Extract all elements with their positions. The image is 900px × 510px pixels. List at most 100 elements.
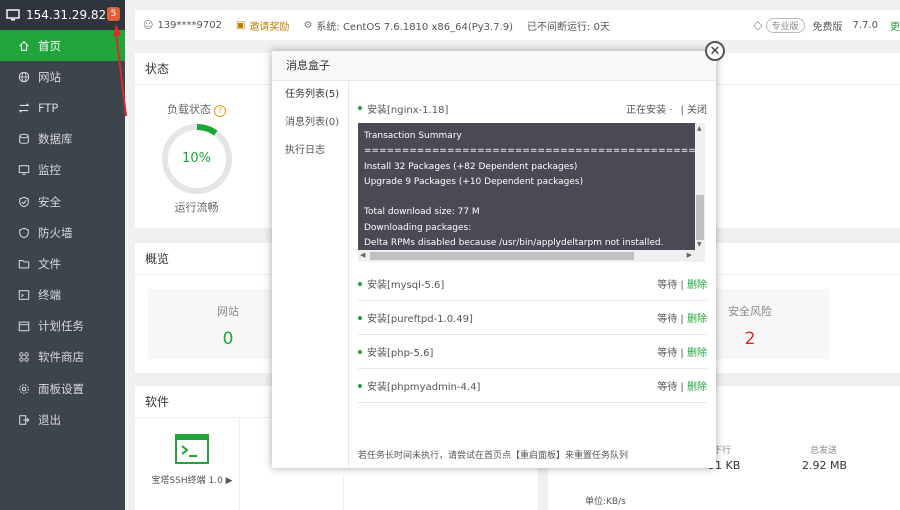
delete-task-link[interactable]: 删除 xyxy=(687,348,707,359)
invite-link[interactable]: 邀请奖励 xyxy=(249,18,289,33)
task-queue: 安装[mysql-5.6] 等待 | 删除 安装[pureftpd-1.0.49] 等… xyxy=(358,267,707,403)
install-log-console[interactable]: Transaction Summary =====================… xyxy=(358,123,705,262)
status-dot xyxy=(358,383,362,388)
status-dot xyxy=(358,281,362,286)
console-line: Downloading packages: xyxy=(364,222,472,233)
sidebar-item-label: 数据库 xyxy=(38,132,73,147)
sidebar-item-12[interactable]: 退出 xyxy=(0,404,125,435)
apps-icon xyxy=(17,350,31,364)
sidebar-item-label: 软件商店 xyxy=(38,350,84,365)
task-wait: 等待 | xyxy=(657,348,684,359)
console-vertical-scrollbar[interactable]: ▲ ▼ xyxy=(695,123,705,250)
help-icon[interactable]: ? xyxy=(214,105,226,117)
sidebar-item-label: 终端 xyxy=(38,288,61,303)
sidebar-item-0[interactable]: 首页 xyxy=(0,30,125,62)
sidebar-header: 154.31.29.82 5 xyxy=(0,0,125,30)
sidebar-item-8[interactable]: 终端 xyxy=(0,280,125,311)
sidebar-item-label: 计划任务 xyxy=(38,319,84,334)
system-info: 系统: CentOS 7.6.1810 x86_64(Py3.7.9) xyxy=(316,21,514,33)
monitor-icon xyxy=(6,9,20,21)
console-line: Transaction Summary xyxy=(364,131,462,141)
sidebar-item-label: 退出 xyxy=(38,412,61,427)
close-task-link[interactable]: | 关闭 xyxy=(680,105,707,116)
edition-label: 免费版 xyxy=(812,21,843,33)
sidebar-item-label: FTP xyxy=(38,100,59,115)
sidebar-item-label: 首页 xyxy=(38,38,61,53)
current-task-name: 安装[nginx-1.18] xyxy=(367,104,449,116)
shield-icon xyxy=(17,195,31,209)
scroll-left-icon[interactable]: ◀ xyxy=(360,251,365,259)
top-bar: ☺ 139****9702 ▣ 邀请奖励 ⚙ 系统: CentOS 7.6.1810 … xyxy=(135,10,900,40)
task-row: 安装[php-5.6] 等待 | 删除 xyxy=(358,335,707,369)
sidebar-item-label: 文件 xyxy=(38,256,61,271)
delete-task-link[interactable]: 删除 xyxy=(687,382,707,393)
home-icon xyxy=(17,39,31,53)
sidebar: 154.31.29.82 5 首页网站 FTP 数据库监控安全防火墙文件终端计划任务… xyxy=(0,0,125,510)
console-horizontal-scrollbar[interactable]: ◀ ▶ xyxy=(358,250,705,262)
notification-badge[interactable]: 5 xyxy=(107,7,120,21)
server-ip[interactable]: 154.31.29.82 xyxy=(26,8,106,22)
sidebar-item-7[interactable]: 文件 xyxy=(0,248,125,279)
task-row: 安装[pureftpd-1.0.49] 等待 | 删除 xyxy=(358,301,707,335)
gear-icon xyxy=(17,382,31,396)
load-state: 运行流畅 xyxy=(174,201,219,214)
sidebar-item-2[interactable]: FTP xyxy=(0,92,125,123)
traffic-unit: 单位:KB/s xyxy=(585,497,626,507)
tab-exec-log[interactable]: 执行日志 xyxy=(272,137,348,165)
load-gauge: 负载状态? 10% 运行流畅 xyxy=(159,101,234,215)
scroll-right-icon[interactable]: ▶ xyxy=(687,251,692,259)
sidebar-item-9[interactable]: 计划任务 xyxy=(0,311,125,342)
scroll-down-icon[interactable]: ▼ xyxy=(697,241,702,248)
tab-task-list[interactable]: 任务列表(5) xyxy=(272,81,348,109)
update-link[interactable]: 更 xyxy=(890,18,900,33)
sidebar-item-3[interactable]: 数据库 xyxy=(0,124,125,155)
pro-button[interactable]: 专业版 xyxy=(765,17,805,33)
vertical-scroll-thumb[interactable] xyxy=(696,195,704,240)
scroll-up-icon[interactable]: ▲ xyxy=(697,125,702,132)
horizontal-scroll-thumb[interactable] xyxy=(370,252,634,260)
dialog-footer-note: 若任务长时间未执行，请尝试在首页点【重启面板】来重置任务队列 xyxy=(358,451,629,461)
close-icon[interactable]: ✕ xyxy=(705,41,725,61)
folder-icon xyxy=(17,257,31,271)
terminal-icon xyxy=(175,434,209,464)
task-name: 安装[php-5.6] xyxy=(367,348,434,359)
current-task-status: 正在安装 · xyxy=(626,104,673,116)
load-percent: 10% xyxy=(182,151,211,166)
sidebar-menu: 首页网站 FTP 数据库监控安全防火墙文件终端计划任务软件商店面板设置退出 xyxy=(0,30,125,435)
tab-message-list[interactable]: 消息列表(0) xyxy=(272,109,348,137)
sidebar-item-4[interactable]: 监控 xyxy=(0,155,125,186)
username[interactable]: 139****9702 xyxy=(157,20,222,31)
total-sent-value: 2.92 MB xyxy=(802,459,848,472)
sidebar-item-11[interactable]: 面板设置 xyxy=(0,373,125,404)
dialog-tabs: 任务列表(5) 消息列表(0) 执行日志 xyxy=(272,81,349,468)
sidebar-item-label: 安全 xyxy=(38,194,61,209)
message-box-dialog: 消息盒子 任务列表(5) 消息列表(0) 执行日志 安装[nginx-1.18]… xyxy=(272,51,716,468)
gift-icon: ▣ xyxy=(235,19,246,31)
ftp-icon xyxy=(17,101,31,115)
task-wait: 等待 | xyxy=(657,314,684,325)
sidebar-item-1[interactable]: 网站 xyxy=(0,61,125,92)
version-label: 7.7.0 xyxy=(852,19,878,31)
ssh-terminal-label: 宝塔SSH终端 1.0 ▶ xyxy=(151,476,233,486)
delete-task-link[interactable]: 删除 xyxy=(687,280,707,291)
total-sent-label: 总发送 xyxy=(810,446,838,456)
monitor-icon xyxy=(17,163,31,177)
console-lines: Transaction Summary =====================… xyxy=(364,129,705,251)
console-line: Install 32 Packages (+82 Dependent packa… xyxy=(364,161,578,172)
task-name: 安装[mysql-5.6] xyxy=(367,280,445,291)
firewall-icon xyxy=(17,226,31,240)
sidebar-item-10[interactable]: 软件商店 xyxy=(0,342,125,373)
task-row: 安装[mysql-5.6] 等待 | 删除 xyxy=(358,267,707,301)
sidebar-item-5[interactable]: 安全 xyxy=(0,186,125,217)
status-dot xyxy=(358,349,362,354)
delete-task-link[interactable]: 删除 xyxy=(687,314,707,325)
console-line: Total download size: 77 M xyxy=(364,207,480,218)
gear-icon: ⚙ xyxy=(303,19,313,31)
ssh-terminal-app[interactable]: 宝塔SSH终端 1.0 ▶ xyxy=(147,434,237,486)
status-dot xyxy=(358,106,362,110)
clock-icon xyxy=(17,319,31,333)
sidebar-item-6[interactable]: 防火墙 xyxy=(0,217,125,248)
current-task-row: 安装[nginx-1.18] 正在安装 · | 关闭 xyxy=(358,97,707,119)
user-icon: ☺ xyxy=(143,19,154,31)
